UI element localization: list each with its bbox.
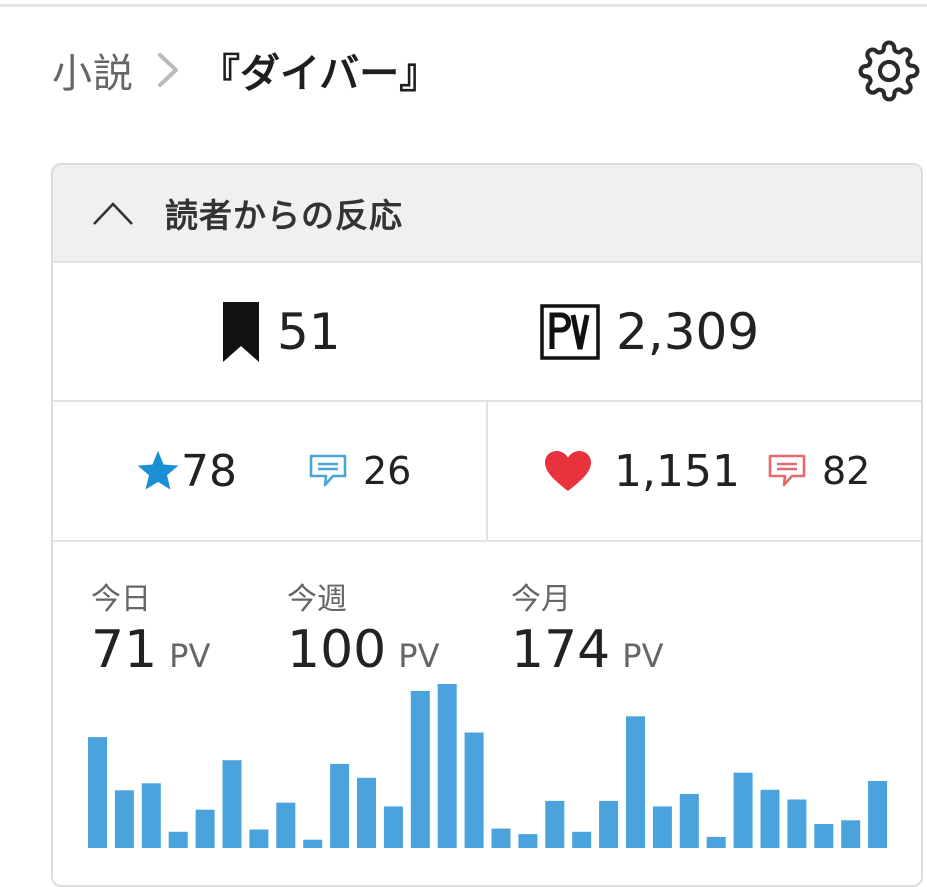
comment-icon	[768, 454, 806, 487]
pv-bar	[222, 760, 242, 848]
pv-bar	[599, 800, 619, 848]
bookmark-stat: 51	[221, 263, 341, 400]
pv-month-value: 174	[511, 620, 611, 680]
pv-stats-area: 今日 71 PV 今週 100 PV 今月 174 PV	[53, 542, 921, 882]
pv-today-label: 今日	[91, 582, 151, 617]
pv-bar	[195, 809, 215, 848]
star-comment-count: 26	[363, 449, 412, 493]
panel-title: 読者からの反応	[165, 196, 403, 235]
reactions-row: 78 26 1,151 82	[53, 402, 921, 542]
pv-month-label: 今月	[511, 582, 571, 617]
panel-header[interactable]: 読者からの反応	[53, 165, 921, 263]
heart-comment-count: 82	[822, 449, 871, 493]
pv-bar	[733, 772, 753, 848]
pv-bar	[841, 820, 861, 848]
pv-bar	[464, 732, 484, 848]
star-count: 78	[181, 445, 237, 497]
pv-total-count: 2,309	[616, 302, 760, 361]
pv-bar	[652, 806, 672, 848]
pv-week-label: 今週	[287, 582, 347, 617]
heart-icon	[545, 451, 591, 491]
pv-bar	[545, 800, 565, 848]
pv-unit: PV	[622, 637, 664, 675]
pv-bar	[303, 839, 323, 848]
pv-week: 今週 100 PV	[287, 574, 439, 680]
pv-bar	[249, 829, 269, 848]
pv-bar	[168, 831, 188, 848]
pv-bar	[868, 781, 888, 848]
top-divider	[0, 4, 927, 7]
pv-unit: PV	[169, 637, 211, 675]
heart-count: 1,151	[614, 445, 740, 497]
pv-bar	[491, 828, 511, 848]
breadcrumb-current: 『ダイバー』	[200, 51, 440, 97]
pv-bar	[114, 790, 134, 848]
pv-bar	[141, 783, 161, 848]
star-reactions: 78 26	[53, 402, 488, 540]
pv-bar	[276, 802, 296, 848]
chevron-up-icon[interactable]	[91, 198, 135, 228]
pv-bar	[760, 789, 780, 848]
pv-today-value: 71	[91, 620, 158, 680]
gear-icon[interactable]	[858, 40, 920, 102]
pv-bar	[357, 777, 376, 848]
totals-row: 51 2,309	[53, 263, 921, 402]
chevron-right-icon	[158, 53, 178, 87]
pv-bar	[518, 834, 538, 848]
comment-icon	[309, 454, 347, 487]
pv-today: 今日 71 PV	[91, 574, 210, 680]
heart-stat[interactable]: 1,151	[544, 402, 740, 540]
pv-bar	[626, 716, 645, 848]
pv-unit: PV	[398, 637, 440, 675]
star-comment-stat[interactable]: 26	[309, 402, 411, 540]
star-stat[interactable]: 78	[135, 402, 237, 540]
bookmark-icon	[223, 301, 259, 362]
pv-month: 今月 174 PV	[511, 574, 663, 680]
breadcrumb-parent-link[interactable]: 小説	[52, 41, 134, 99]
pv-bar	[410, 690, 430, 848]
star-icon	[137, 450, 179, 490]
pv-bar	[88, 737, 107, 848]
pv-bar	[787, 799, 807, 848]
pv-bar	[437, 684, 457, 848]
pv-week-value: 100	[287, 620, 387, 680]
bookmark-count: 51	[277, 302, 341, 361]
heart-comment-stat[interactable]: 82	[768, 402, 870, 540]
pv-bar	[572, 831, 592, 848]
pv-bar	[330, 763, 350, 848]
pv-icon	[540, 303, 600, 360]
pv-bar	[814, 824, 834, 848]
heart-reactions: 1,151 82	[488, 402, 921, 540]
breadcrumb: 小説 『ダイバー』	[52, 40, 439, 100]
pv-bar	[679, 793, 699, 848]
pv-bar	[383, 806, 403, 848]
pv-bar	[706, 836, 726, 848]
reader-reactions-panel: 読者からの反応 51 2,309 78 26 1,151 82 今日 71 PV…	[51, 163, 923, 887]
pv-total-stat: 2,309	[540, 263, 759, 400]
